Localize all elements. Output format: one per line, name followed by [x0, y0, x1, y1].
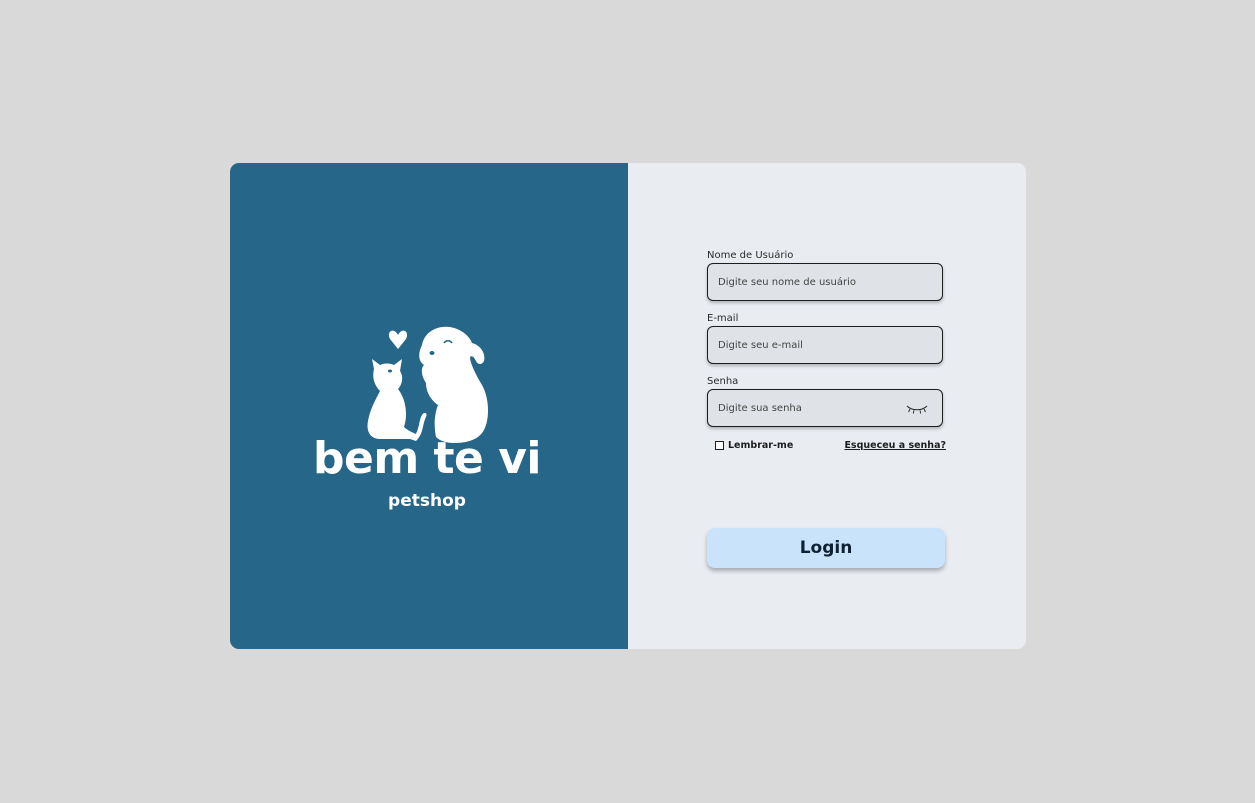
remember-me-label: Lembrar-me	[728, 440, 794, 451]
email-label: E-mail	[707, 313, 739, 324]
eye-closed-icon[interactable]	[906, 403, 928, 415]
remember-me-checkbox[interactable]	[715, 441, 724, 450]
email-input[interactable]	[718, 327, 898, 363]
password-label: Senha	[707, 376, 739, 387]
brand-panel: bem te vi petshop	[230, 163, 628, 649]
cat-and-dog-heart-logo	[367, 326, 488, 443]
login-card: bem te vi petshop Nome de Usuário E-mail…	[230, 163, 1026, 649]
email-field-box	[707, 326, 943, 364]
login-form-panel: Nome de Usuário E-mail Senha Lembrar-me	[628, 163, 1026, 649]
username-label: Nome de Usuário	[707, 250, 794, 261]
forgot-password-link[interactable]: Esqueceu a senha?	[844, 440, 946, 451]
brand-tagline: petshop	[388, 491, 466, 511]
brand-name: bem te vi	[313, 433, 541, 484]
password-input[interactable]	[718, 390, 898, 426]
remember-me[interactable]: Lembrar-me	[715, 440, 793, 451]
username-field-box	[707, 263, 943, 301]
username-input[interactable]	[718, 264, 898, 300]
login-button[interactable]: Login	[707, 528, 945, 568]
password-field-box	[707, 389, 943, 427]
